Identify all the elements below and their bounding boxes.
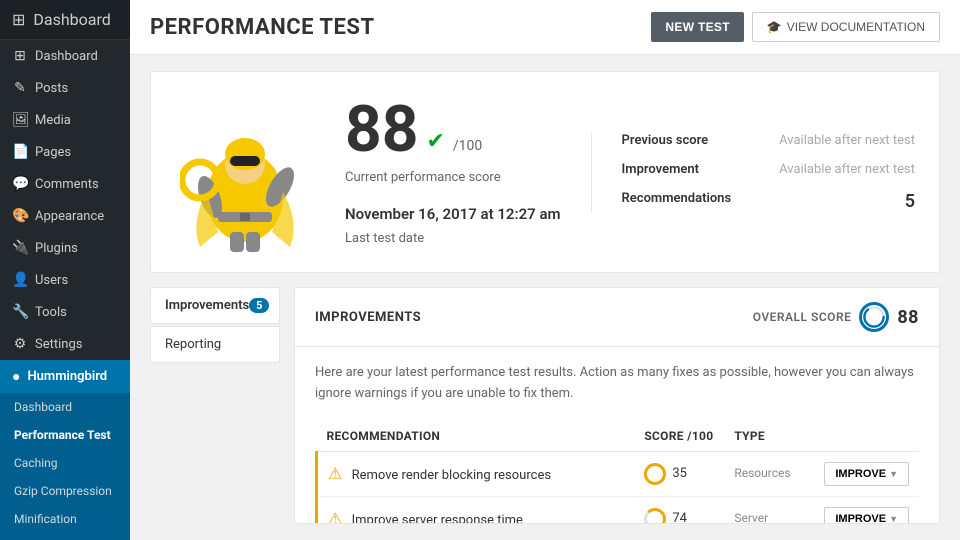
col-action: [814, 421, 919, 452]
recommendations-value: 5: [770, 191, 915, 212]
rec-type-0: Resources: [724, 451, 814, 496]
rec-label-0: ⚠ Remove render blocking resources: [317, 451, 635, 496]
score-card: 88 ✔ /100 Current performance score Nove…: [150, 71, 940, 273]
hummingbird-section: ● Hummingbird Dashboard Performance Test…: [0, 360, 130, 540]
col-recommendation: Recommendation: [317, 421, 635, 452]
hero-image: [175, 92, 315, 252]
new-test-button[interactable]: NEW TEST: [651, 12, 743, 42]
comments-icon: 💬: [12, 176, 28, 192]
docs-icon: 🎓: [767, 20, 782, 34]
improve-button-0[interactable]: IMPROVE ▼: [824, 462, 909, 486]
media-icon: 🖼: [12, 112, 28, 128]
recommendations-label: Recommendations: [622, 191, 741, 212]
sidebar-item-media[interactable]: 🖼 Media: [0, 104, 130, 136]
score-meta: Previous score Available after next test…: [591, 133, 915, 212]
sidebar-item-posts[interactable]: ✎ Posts: [0, 72, 130, 104]
content-area: 88 ✔ /100 Current performance score Nove…: [130, 55, 960, 540]
previous-score-value: Available after next test: [770, 133, 915, 148]
dashboard-nav-icon: ⊞: [12, 48, 28, 64]
warning-icon-0: ⚠: [328, 464, 342, 483]
sidebar-item-hb-dashboard[interactable]: Dashboard: [0, 393, 130, 421]
main-content: PERFORMANCE TEST NEW TEST 🎓 VIEW DOCUMEN…: [130, 0, 960, 540]
sidebar-logo[interactable]: ⊞ Dashboard: [0, 0, 130, 40]
hummingbird-header[interactable]: ● Hummingbird: [0, 360, 130, 393]
col-type: Type: [724, 421, 814, 452]
sidebar-item-hb-performance[interactable]: Performance Test: [0, 421, 130, 449]
score-outof: /100: [453, 138, 482, 154]
pages-icon: 📄: [12, 144, 28, 160]
plugins-icon: 🔌: [12, 240, 28, 256]
tab-improvements[interactable]: Improvements 5: [150, 287, 280, 324]
chevron-down-icon: ▼: [889, 514, 898, 523]
score-label: Current performance score: [345, 170, 561, 185]
main-nav: ⊞ Dashboard ✎ Posts 🖼 Media 📄 Pages 💬 Co…: [0, 40, 130, 360]
sidebar-item-hb-minification[interactable]: Minification: [0, 505, 130, 533]
score-circle-svg: [862, 302, 886, 332]
overall-score-number: 88: [897, 307, 919, 328]
sidebar-item-users[interactable]: 👤 Users: [0, 264, 130, 296]
score-date: November 16, 2017 at 12:27 am: [345, 205, 561, 223]
hummingbird-subnav: Dashboard Performance Test Caching Gzip …: [0, 393, 130, 540]
rec-score-0: 35: [634, 451, 724, 496]
sidebar: ⊞ Dashboard ⊞ Dashboard ✎ Posts 🖼 Media …: [0, 0, 130, 540]
score-number: 88: [345, 98, 418, 162]
sidebar-item-pages[interactable]: 📄 Pages: [0, 136, 130, 168]
tab-reporting[interactable]: Reporting: [150, 326, 280, 363]
score-check-icon: ✔: [426, 129, 444, 154]
improvement-value: Available after next test: [770, 162, 915, 177]
table-row: ⚠ Improve server response time 74: [317, 496, 920, 523]
sidebar-item-settings[interactable]: ⚙ Settings: [0, 328, 130, 360]
users-icon: 👤: [12, 272, 28, 288]
improvement-label: Improvement: [622, 162, 741, 177]
score-date-label: Last test date: [345, 231, 561, 246]
rec-action-0: IMPROVE ▼: [814, 451, 919, 496]
appearance-icon: 🎨: [12, 208, 28, 224]
improvements-title: IMPROVEMENTS: [315, 310, 421, 325]
sidebar-item-dashboard[interactable]: ⊞ Dashboard: [0, 40, 130, 72]
overall-score-section: OVERALL SCORE 88: [753, 302, 919, 332]
left-panel: Improvements 5 Reporting: [150, 287, 280, 524]
sidebar-logo-label: Dashboard: [33, 10, 110, 29]
superhero-svg: [180, 92, 310, 252]
settings-icon: ⚙: [12, 336, 28, 352]
dashboard-icon: ⊞: [12, 10, 25, 29]
sidebar-item-comments[interactable]: 💬 Comments: [0, 168, 130, 200]
sidebar-item-hb-gzip[interactable]: Gzip Compression: [0, 477, 130, 505]
previous-score-label: Previous score: [622, 133, 741, 148]
improvements-header: IMPROVEMENTS OVERALL SCORE 88: [295, 288, 939, 347]
rec-label-1: ⚠ Improve server response time: [317, 496, 635, 523]
view-docs-button[interactable]: 🎓 VIEW DOCUMENTATION: [752, 12, 940, 42]
score-circle-1: [644, 508, 666, 523]
recommendations-table: Recommendation Score /100 Type ⚠ Remove …: [315, 421, 919, 523]
bottom-section: Improvements 5 Reporting IMPROVEMENTS OV…: [150, 287, 940, 524]
improvements-badge: 5: [249, 298, 269, 313]
sidebar-item-hb-uptime[interactable]: Uptime: [0, 533, 130, 540]
col-score: Score /100: [634, 421, 724, 452]
improvements-panel: IMPROVEMENTS OVERALL SCORE 88 Here: [294, 287, 940, 524]
score-main: 88 ✔ /100 Current performance score Nove…: [345, 98, 561, 246]
page-title: PERFORMANCE TEST: [150, 15, 375, 40]
rec-type-1: Server: [724, 496, 814, 523]
posts-icon: ✎: [12, 80, 28, 96]
score-circle-0: [644, 463, 666, 485]
improvements-body: Here are your latest performance test re…: [295, 347, 939, 523]
rec-score-1: 74: [634, 496, 724, 523]
sidebar-item-hb-caching[interactable]: Caching: [0, 449, 130, 477]
improve-button-1[interactable]: IMPROVE ▼: [824, 507, 909, 523]
table-row: ⚠ Remove render blocking resources 35: [317, 451, 920, 496]
warning-icon-1: ⚠: [328, 509, 342, 523]
topbar-buttons: NEW TEST 🎓 VIEW DOCUMENTATION: [651, 12, 940, 42]
hummingbird-icon: ●: [12, 368, 20, 385]
rec-action-1: IMPROVE ▼: [814, 496, 919, 523]
overall-score-circle: [859, 302, 889, 332]
topbar: PERFORMANCE TEST NEW TEST 🎓 VIEW DOCUMEN…: [130, 0, 960, 55]
improvements-description: Here are your latest performance test re…: [315, 363, 919, 405]
chevron-down-icon: ▼: [889, 469, 898, 479]
sidebar-item-appearance[interactable]: 🎨 Appearance: [0, 200, 130, 232]
sidebar-item-tools[interactable]: 🔧 Tools: [0, 296, 130, 328]
score-number-row: 88 ✔ /100: [345, 98, 561, 162]
sidebar-item-plugins[interactable]: 🔌 Plugins: [0, 232, 130, 264]
tools-icon: 🔧: [12, 304, 28, 320]
